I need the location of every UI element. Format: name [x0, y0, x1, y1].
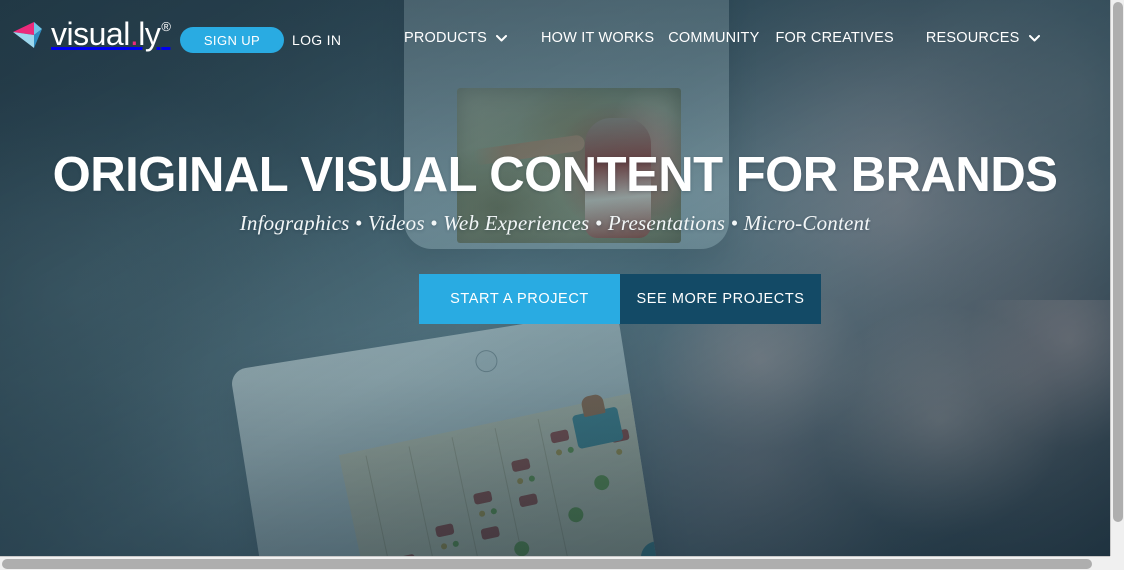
hero-cta-group: START A PROJECT SEE MORE PROJECTS: [419, 274, 821, 324]
nav-item-resources[interactable]: RESOURCES: [926, 30, 1040, 46]
vertical-scrollbar[interactable]: [1110, 0, 1124, 556]
horizontal-scrollbar-thumb[interactable]: [2, 559, 1092, 569]
sign-up-button[interactable]: SIGN UP: [180, 27, 284, 53]
page-viewport: visual.ly® SIGN UP LOG IN PRODUCTS HOW I…: [0, 0, 1110, 556]
nav-label: FOR CREATIVES: [775, 30, 894, 46]
logo-wordmark: visual.ly®: [51, 16, 171, 57]
nav-item-for-creatives[interactable]: FOR CREATIVES: [775, 30, 893, 46]
nav-label: HOW IT WORKS: [540, 30, 655, 46]
chevron-down-icon: [495, 34, 507, 45]
logo-dot: .: [129, 16, 139, 52]
browser-page: visual.ly® SIGN UP LOG IN PRODUCTS HOW I…: [0, 0, 1124, 570]
horizontal-scrollbar[interactable]: [0, 556, 1124, 570]
nav-item-products[interactable]: PRODUCTS: [404, 30, 507, 46]
nav-label: RESOURCES: [925, 30, 1020, 46]
vertical-scrollbar-thumb[interactable]: [1113, 2, 1123, 522]
logo-home-link[interactable]: visual.ly®: [12, 16, 171, 57]
registered-trademark-icon: ®: [161, 19, 171, 34]
visually-logo-icon: [13, 22, 42, 48]
nav-label: COMMUNITY: [668, 30, 760, 46]
chevron-down-icon: [1028, 34, 1040, 45]
logo-word-secondary: ly: [138, 16, 161, 52]
site-header: visual.ly® SIGN UP LOG IN PRODUCTS HOW I…: [0, 0, 1110, 78]
nav-label: PRODUCTS: [404, 30, 487, 46]
log-in-link[interactable]: LOG IN: [292, 32, 341, 48]
scrollbar-corner: [1110, 556, 1124, 570]
nav-item-how-it-works[interactable]: HOW IT WORKS: [541, 30, 654, 46]
see-more-projects-button[interactable]: SEE MORE PROJECTS: [620, 274, 821, 324]
logo-word-primary: visual: [51, 16, 130, 52]
nav-item-community[interactable]: COMMUNITY: [668, 30, 759, 46]
primary-navigation: PRODUCTS HOW IT WORKS COMMUNITY FOR CREA…: [404, 30, 1040, 46]
start-a-project-button[interactable]: START A PROJECT: [419, 274, 620, 324]
